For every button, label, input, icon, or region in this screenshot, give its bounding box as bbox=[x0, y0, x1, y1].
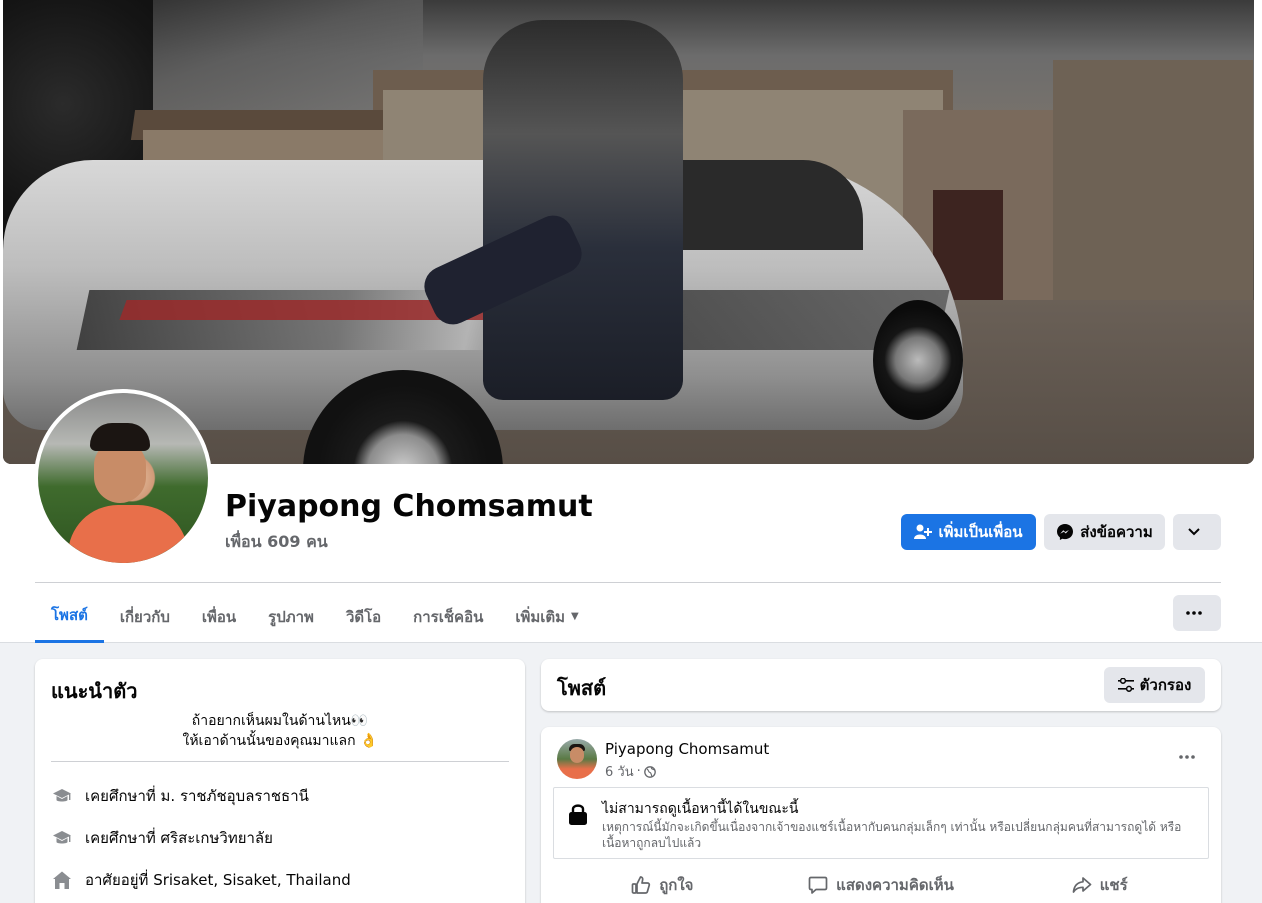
intro-bio: ถ้าอยากเห็นผมในด้านไหน👀 ให้เอาด้านนั้นขอ… bbox=[51, 711, 509, 751]
tab-videos[interactable]: วิดีโอ bbox=[330, 590, 397, 643]
tab-checkins[interactable]: การเช็คอิน bbox=[397, 590, 499, 643]
home-icon bbox=[51, 869, 73, 891]
post-author-name[interactable]: Piyapong Chomsamut bbox=[605, 740, 769, 758]
intro-education-2-text: เคยศึกษาที่ ศริสะเกษวิทยาลัย bbox=[85, 829, 273, 847]
add-friend-button[interactable]: เพิ่มเป็นเพื่อน bbox=[901, 514, 1036, 550]
header-divider bbox=[35, 582, 1221, 583]
intro-residence-text: อาศัยอยู่ที่ Srisaket, Sisaket, Thailand bbox=[85, 871, 351, 889]
filter-sliders-icon bbox=[1117, 678, 1134, 692]
graduation-cap-icon bbox=[51, 785, 73, 807]
posts-title: โพสต์ bbox=[557, 676, 607, 700]
filter-button[interactable]: ตัวกรอง bbox=[1104, 667, 1205, 703]
add-friend-icon bbox=[914, 524, 933, 539]
messenger-icon bbox=[1057, 524, 1074, 540]
share-label: แชร์ bbox=[1099, 876, 1128, 894]
like-label: ถูกใจ bbox=[659, 876, 694, 894]
graduation-cap-icon bbox=[51, 827, 73, 849]
comment-label: แสดงความคิดเห็น bbox=[836, 876, 954, 894]
profile-tabs: โพสต์ เกี่ยวกับ เพื่อน รูปภาพ วิดีโอ การ… bbox=[35, 590, 595, 643]
post-options-button[interactable] bbox=[1171, 741, 1203, 773]
notice-description: เหตุการณ์นี้มักจะเกิดขึ้นเนื่องจากเจ้าขอ… bbox=[602, 820, 1182, 850]
more-dots-icon bbox=[1186, 611, 1202, 615]
comment-button[interactable]: แสดงความคิดเห็น bbox=[772, 867, 991, 903]
tab-photos[interactable]: รูปภาพ bbox=[252, 590, 330, 643]
tab-about[interactable]: เกี่ยวกับ bbox=[104, 590, 186, 643]
like-button[interactable]: ถูกใจ bbox=[553, 867, 772, 903]
more-options-button[interactable] bbox=[1173, 595, 1221, 631]
globe-icon bbox=[643, 765, 656, 778]
post-meta: 6 วัน · bbox=[605, 761, 656, 782]
notice-title: ไม่สามารถดูเนื้อหานี้ได้ในขณะนี้ bbox=[602, 801, 799, 817]
add-friend-label: เพิ่มเป็นเพื่อน bbox=[938, 523, 1023, 541]
content-unavailable-notice: ไม่สามารถดูเนื้อหานี้ได้ในขณะนี้ เหตุการ… bbox=[553, 787, 1209, 859]
intro-residence: อาศัยอยู่ที่ Srisaket, Sisaket, Thailand bbox=[51, 868, 351, 892]
tab-posts[interactable]: โพสต์ bbox=[35, 590, 104, 643]
message-button[interactable]: ส่งข้อความ bbox=[1044, 514, 1165, 550]
caret-down-icon: ▼ bbox=[571, 611, 579, 622]
posts-header-card: โพสต์ ตัวกรอง bbox=[541, 659, 1221, 711]
post-author-avatar[interactable] bbox=[557, 739, 597, 779]
bio-line-1: ถ้าอยากเห็นผมในด้านไหน👀 bbox=[191, 713, 369, 729]
cover-photo[interactable] bbox=[3, 0, 1254, 464]
intro-divider bbox=[51, 761, 509, 762]
share-arrow-icon bbox=[1072, 877, 1092, 893]
chevron-down-icon bbox=[1188, 528, 1200, 536]
intro-education-1: เคยศึกษาที่ ม. ราชภัชอุบลราชธานี bbox=[51, 784, 309, 808]
thumbs-up-icon bbox=[631, 876, 651, 894]
post-timestamp[interactable]: 6 วัน bbox=[605, 761, 634, 782]
post-actions: ถูกใจ แสดงความคิดเห็น แชร์ bbox=[553, 867, 1209, 903]
tab-more-label: เพิ่มเติม bbox=[515, 607, 566, 626]
tab-more[interactable]: เพิ่มเติม ▼ bbox=[499, 590, 594, 643]
tab-friends[interactable]: เพื่อน bbox=[186, 590, 252, 643]
comment-icon bbox=[808, 876, 828, 894]
more-dots-icon bbox=[1179, 755, 1195, 759]
post-card: Piyapong Chomsamut 6 วัน · ไม่สามารถดูเน… bbox=[541, 727, 1221, 903]
intro-title: แนะนำตัว bbox=[51, 679, 138, 703]
share-button[interactable]: แชร์ bbox=[990, 867, 1209, 903]
profile-name: Piyapong Chomsamut bbox=[225, 489, 593, 524]
intro-card: แนะนำตัว ถ้าอยากเห็นผมในด้านไหน👀 ให้เอาด… bbox=[35, 659, 525, 903]
profile-options-dropdown[interactable] bbox=[1173, 514, 1221, 550]
friend-count[interactable]: เพื่อน 609 คน bbox=[225, 530, 328, 555]
intro-education-2: เคยศึกษาที่ ศริสะเกษวิทยาลัย bbox=[51, 826, 273, 850]
lock-icon bbox=[569, 804, 587, 825]
message-label: ส่งข้อความ bbox=[1080, 523, 1153, 541]
intro-education-1-text: เคยศึกษาที่ ม. ราชภัชอุบลราชธานี bbox=[85, 787, 309, 805]
profile-avatar[interactable] bbox=[34, 389, 212, 567]
bio-line-2: ให้เอาด้านนั้นของคุณมาแลก 👌 bbox=[182, 733, 378, 749]
filter-label: ตัวกรอง bbox=[1139, 676, 1192, 694]
